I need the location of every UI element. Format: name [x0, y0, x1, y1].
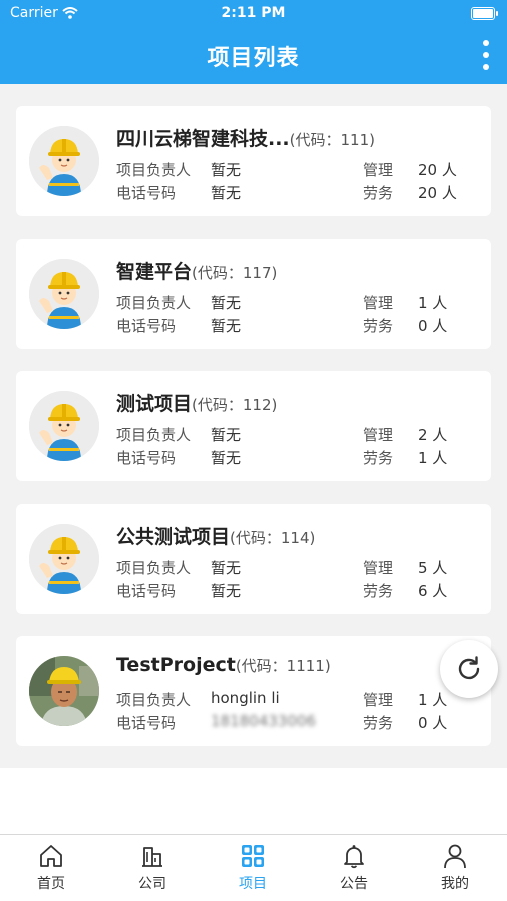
- labor-count: 6 人: [418, 582, 448, 600]
- project-title: 测试项目(代码：112): [116, 389, 277, 416]
- tab-announcement[interactable]: 公告: [314, 843, 394, 893]
- project-card[interactable]: 公共测试项目(代码：114) 项目负责人 暂无 管理 5 人 电话号码 暂无 劳…: [16, 504, 491, 614]
- worker-avatar-icon: [29, 126, 99, 196]
- project-title: 四川云梯智建科技...(代码：111): [116, 124, 375, 151]
- refresh-button[interactable]: [440, 640, 498, 698]
- tab-home[interactable]: 首页: [11, 843, 91, 893]
- more-menu-icon[interactable]: [479, 40, 493, 70]
- leader-label: 项目负责人: [116, 559, 192, 577]
- tab-label: 公告: [340, 876, 368, 892]
- phone-label: 电话号码: [116, 184, 177, 202]
- leader-value: 暂无: [211, 161, 242, 179]
- tab-project[interactable]: 项目: [213, 843, 293, 893]
- tab-label: 首页: [37, 876, 65, 892]
- project-code: (代码：114): [230, 529, 316, 547]
- bell-icon: [344, 845, 364, 869]
- refresh-icon: [458, 656, 480, 680]
- management-label: 管理: [363, 691, 394, 709]
- project-code: (代码：117): [192, 264, 278, 282]
- leader-label: 项目负责人: [116, 294, 192, 312]
- status-time: 2:11 PM: [221, 5, 286, 21]
- labor-count: 0 人: [418, 714, 448, 732]
- phone-value: 暂无: [211, 317, 242, 335]
- project-title: TestProject(代码：1111): [116, 654, 331, 676]
- leader-value: 暂无: [211, 426, 242, 444]
- project-name: 测试项目: [116, 393, 193, 415]
- labor-label: 劳务: [363, 449, 394, 467]
- project-name: 智建平台: [116, 261, 193, 283]
- labor-count: 0 人: [418, 317, 448, 335]
- user-icon: [444, 844, 466, 869]
- leader-value: 暂无: [211, 294, 242, 312]
- phone-label: 电话号码: [116, 714, 177, 732]
- project-code: (代码：111): [289, 131, 375, 149]
- project-name: 公共测试项目: [116, 526, 231, 548]
- management-label: 管理: [363, 426, 394, 444]
- tab-company[interactable]: 公司: [112, 843, 192, 893]
- user-photo-avatar: [29, 656, 99, 726]
- phone-label: 电话号码: [116, 317, 177, 335]
- management-label: 管理: [363, 294, 394, 312]
- home-icon: [40, 845, 62, 867]
- phone-value: 暂无: [211, 582, 242, 600]
- tab-label: 我的: [441, 876, 469, 892]
- project-grid-icon: [242, 845, 264, 867]
- project-name: TestProject: [116, 654, 236, 676]
- project-title: 公共测试项目(代码：114): [116, 522, 315, 549]
- phone-label: 电话号码: [116, 449, 177, 467]
- management-label: 管理: [363, 161, 394, 179]
- project-code: (代码：112): [192, 396, 278, 414]
- battery-icon: [471, 7, 498, 20]
- labor-label: 劳务: [363, 317, 394, 335]
- bottom-tab-bar: 首页 公司 项目 公告 我的: [0, 834, 507, 901]
- project-title: 智建平台(代码：117): [116, 257, 277, 284]
- worker-avatar-icon: [29, 524, 99, 594]
- leader-value: honglin li: [211, 689, 280, 707]
- worker-avatar-icon: [29, 391, 99, 461]
- leader-value: 暂无: [211, 559, 242, 577]
- leader-label: 项目负责人: [116, 426, 192, 444]
- phone-value: 暂无: [211, 184, 242, 202]
- tab-label: 公司: [138, 876, 166, 892]
- worker-avatar-icon: [29, 259, 99, 329]
- page-title: 项目列表: [207, 46, 300, 71]
- project-code: (代码：1111): [235, 657, 331, 675]
- phone-value: 暂无: [211, 449, 242, 467]
- project-card[interactable]: 智建平台(代码：117) 项目负责人 暂无 管理 1 人 电话号码 暂无 劳务 …: [16, 239, 491, 349]
- tab-mine[interactable]: 我的: [415, 843, 495, 893]
- management-label: 管理: [363, 559, 394, 577]
- app-header: Carrier 2:11 PM 项目列表: [0, 0, 507, 84]
- project-list: 四川云梯智建科技...(代码：111) 项目负责人 暂无 管理 20 人 电话号…: [0, 84, 507, 768]
- phone-value: 18180433006: [211, 712, 316, 730]
- management-count: 2 人: [418, 426, 448, 444]
- leader-label: 项目负责人: [116, 161, 192, 179]
- labor-label: 劳务: [363, 582, 394, 600]
- project-card[interactable]: 测试项目(代码：112) 项目负责人 暂无 管理 2 人 电话号码 暂无 劳务 …: [16, 371, 491, 481]
- management-count: 1 人: [418, 294, 448, 312]
- tab-label: 项目: [239, 876, 267, 892]
- company-icon: [142, 847, 162, 867]
- labor-label: 劳务: [363, 714, 394, 732]
- phone-label: 电话号码: [116, 582, 177, 600]
- labor-count: 1 人: [418, 449, 448, 467]
- project-card[interactable]: TestProject(代码：1111) 项目负责人 honglin li 管理…: [16, 636, 491, 746]
- management-count: 20 人: [418, 161, 457, 179]
- labor-count: 20 人: [418, 184, 457, 202]
- management-count: 5 人: [418, 559, 448, 577]
- project-name: 四川云梯智建科技...: [116, 128, 290, 150]
- leader-label: 项目负责人: [116, 691, 192, 709]
- project-card[interactable]: 四川云梯智建科技...(代码：111) 项目负责人 暂无 管理 20 人 电话号…: [16, 106, 491, 216]
- management-count: 1 人: [418, 691, 448, 709]
- labor-label: 劳务: [363, 184, 394, 202]
- status-bar: Carrier 2:11 PM: [0, 0, 507, 28]
